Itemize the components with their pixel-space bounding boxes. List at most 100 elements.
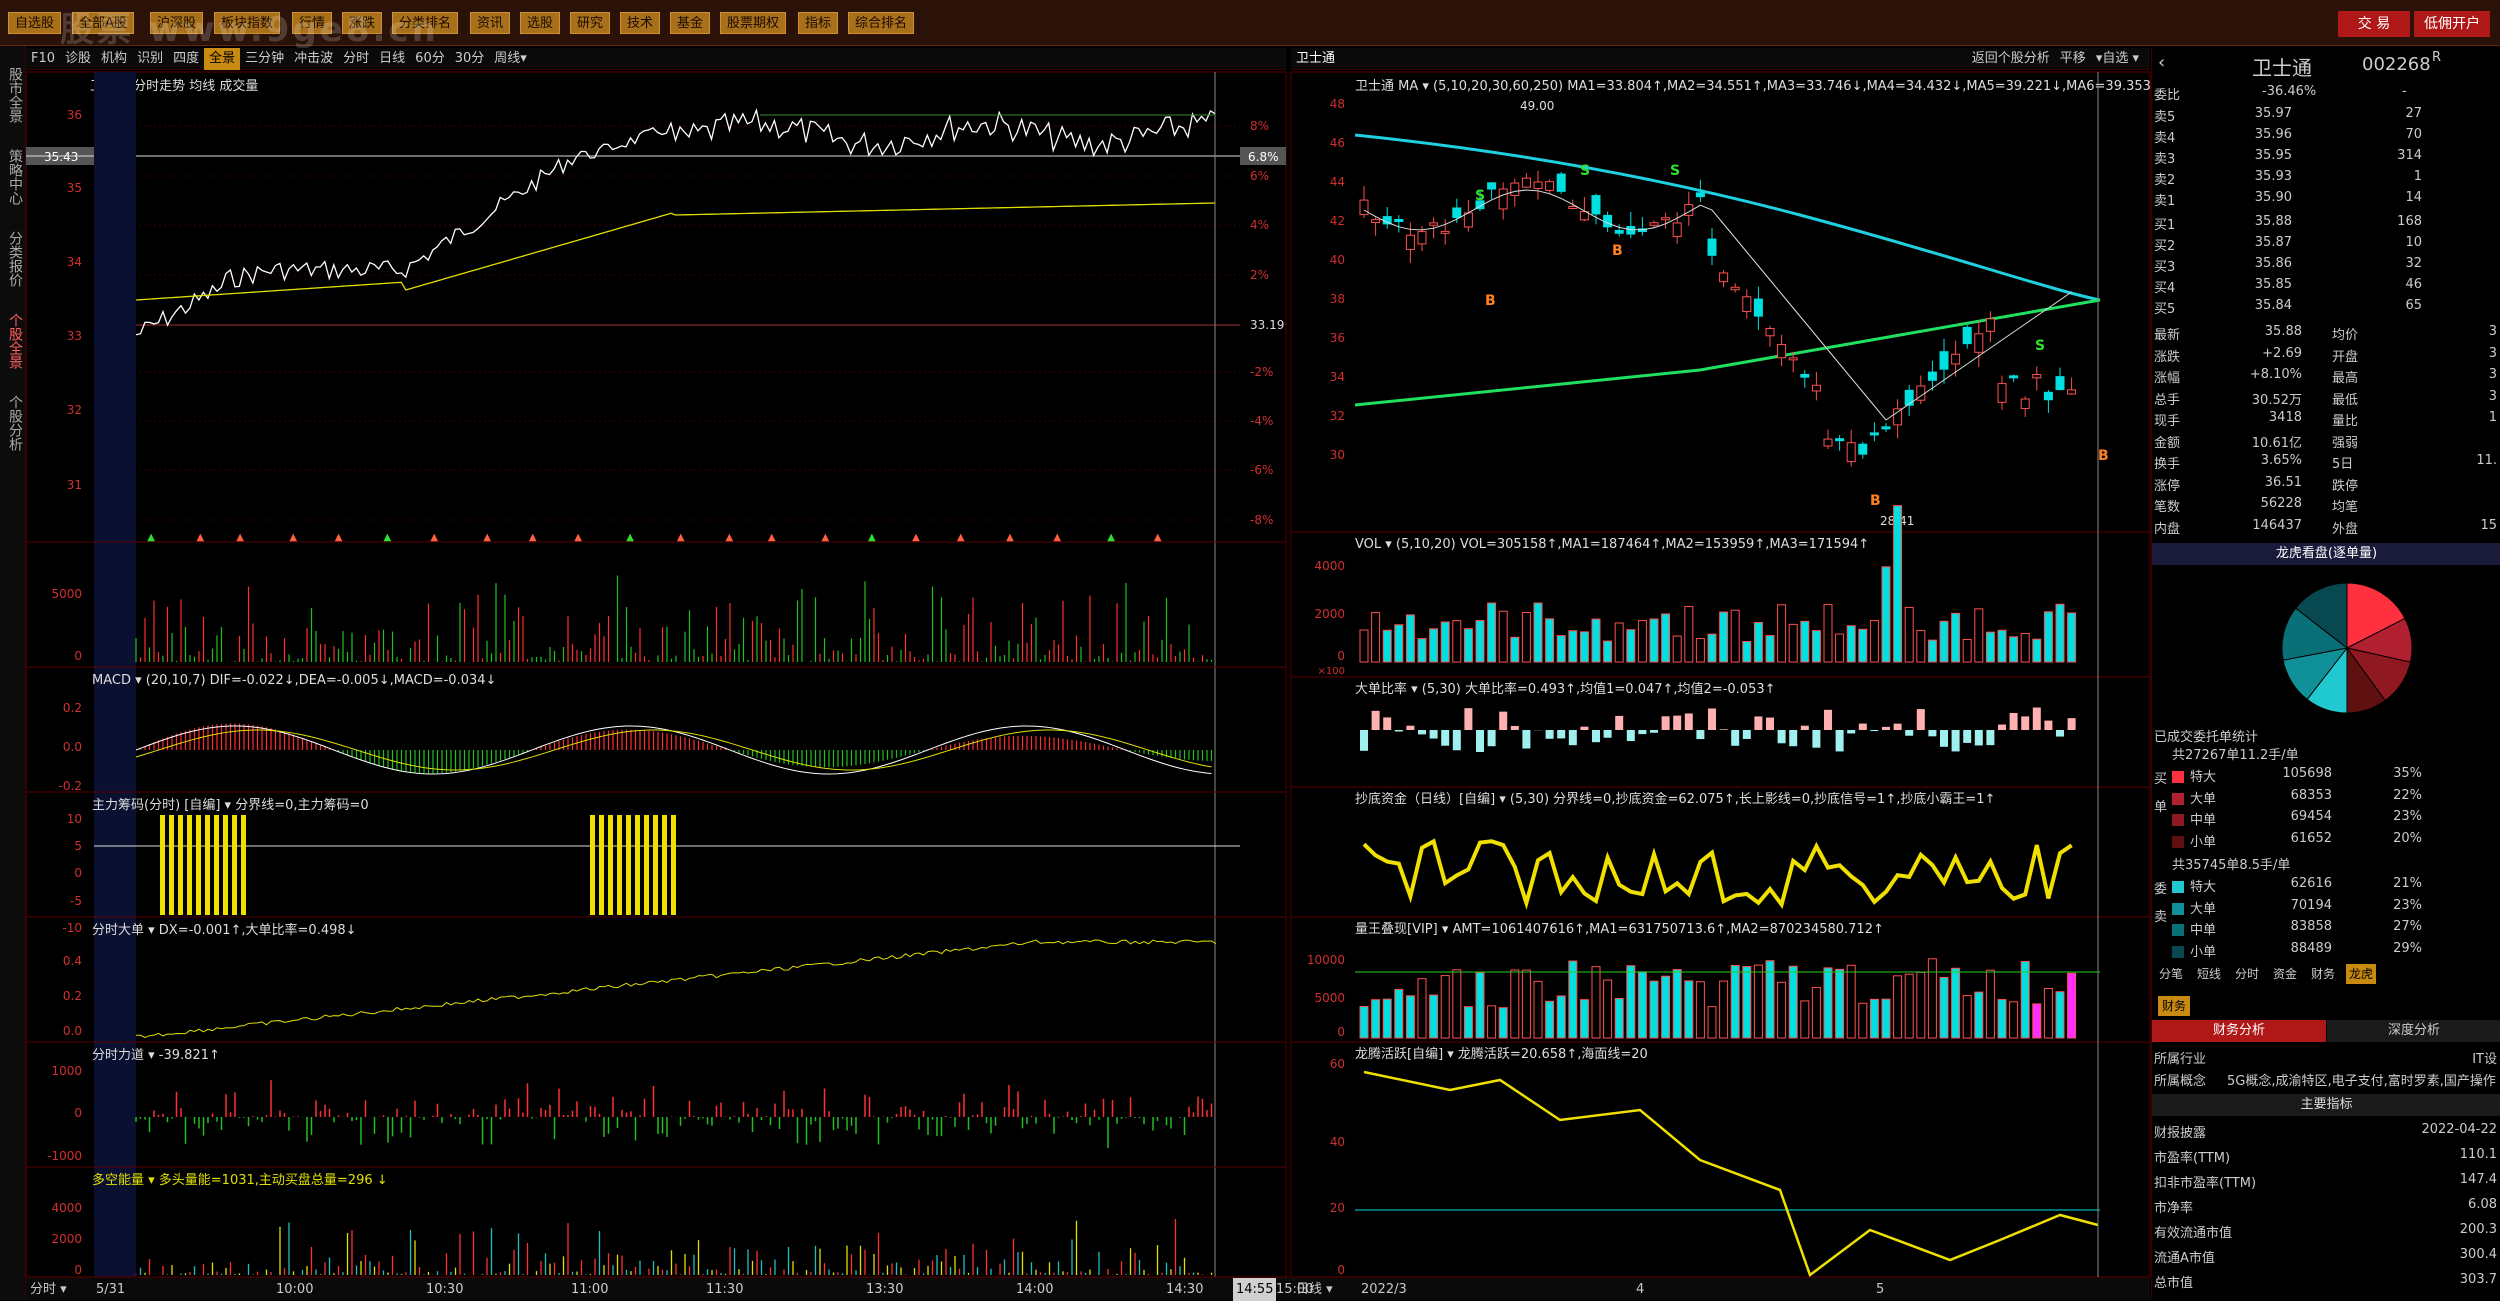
- candle-body: [1464, 213, 1472, 227]
- candle-body: [1418, 232, 1426, 244]
- order-pct: 27%: [2372, 919, 2422, 934]
- bid-volume: 65: [2352, 298, 2422, 313]
- kline-period-select[interactable]: 日线 ▾: [1296, 1278, 1333, 1301]
- bid-price: 35.87: [2222, 235, 2292, 250]
- candle-body: [1395, 220, 1403, 222]
- mf-bar: [653, 815, 658, 915]
- quote-tab-5[interactable]: 龙虎: [2346, 964, 2376, 984]
- axis-tick: 2%: [1250, 268, 1269, 282]
- signal-marker: ▲: [1053, 532, 1061, 543]
- big-ratio-bar: [1592, 730, 1600, 742]
- quote-tab-3[interactable]: 资金: [2270, 964, 2300, 984]
- fin-value: 303.7: [2372, 1272, 2497, 1287]
- signal-marker: ▲: [483, 532, 491, 543]
- bid-volume: 46: [2352, 277, 2422, 292]
- open-account-button[interactable]: 低佣开户: [2414, 11, 2490, 37]
- big-ratio-bar: [1812, 730, 1820, 748]
- stat-label: 金额: [2154, 432, 2180, 451]
- candle-body: [1534, 182, 1542, 189]
- stat-label: 涨幅: [2154, 367, 2180, 386]
- amount-bar: [1406, 996, 1414, 1038]
- kvol-bar: [1963, 639, 1971, 662]
- candle-body: [1499, 189, 1507, 209]
- stat-label: 涨跌: [2154, 346, 2180, 365]
- candle-body: [1952, 354, 1960, 364]
- axis-tick: 31: [67, 478, 82, 492]
- order-volume: 105698: [2252, 766, 2332, 781]
- axis-tick: 8%: [1250, 119, 1269, 133]
- bid-price: 35.86: [2222, 256, 2292, 271]
- cursor-pct: 6.8%: [1248, 150, 1279, 164]
- mf-bar: [617, 815, 622, 915]
- quote-tab-1[interactable]: 短线: [2194, 964, 2224, 984]
- trade-button[interactable]: 交 易: [2338, 11, 2410, 37]
- intraday-period-select[interactable]: 分时 ▾: [30, 1278, 67, 1301]
- big-ratio-bar: [1383, 717, 1391, 730]
- amount-bar: [1812, 987, 1820, 1038]
- axis-tick: 44: [1330, 175, 1345, 189]
- stat-label: 最新: [2154, 324, 2180, 343]
- order-type: 特大: [2190, 766, 2216, 785]
- candle-body: [1975, 334, 1983, 352]
- order-pct: 20%: [2372, 831, 2422, 846]
- fin-label: 有效流通市值: [2154, 1222, 2232, 1241]
- fin-value: 147.4: [2372, 1172, 2497, 1187]
- back-icon[interactable]: ‹: [2158, 52, 2165, 73]
- big-ratio-bar: [1975, 730, 1983, 745]
- buy-sell-signal: S: [1580, 163, 1590, 179]
- kvol-bar: [1650, 619, 1658, 662]
- big-ratio-bar: [1546, 730, 1554, 739]
- amount-bar: [1453, 970, 1461, 1038]
- kvol-bar: [1986, 632, 1994, 662]
- finance-tab-0[interactable]: 财务分析: [2152, 1020, 2326, 1042]
- candle-body: [1557, 174, 1565, 191]
- finance-tag[interactable]: 财务: [2158, 996, 2190, 1016]
- industry-label: 所属行业: [2154, 1048, 2206, 1067]
- candle-body: [2033, 375, 2041, 378]
- big-ratio-bar: [1894, 724, 1902, 730]
- amount-bar: [1372, 1000, 1380, 1038]
- mf-bar: [662, 815, 667, 915]
- finance-tab-1[interactable]: 深度分析: [2327, 1020, 2500, 1042]
- amount-bar: [2021, 961, 2029, 1038]
- amount-bar: [1511, 970, 1519, 1038]
- big-ratio-bar: [1685, 713, 1693, 730]
- mf-bar: [644, 815, 649, 915]
- mf-bar: [599, 815, 604, 915]
- kvol-bar: [2010, 637, 2018, 662]
- candle-body: [1372, 220, 1380, 223]
- sell-side-label: 委: [2154, 878, 2167, 897]
- candle-body: [1928, 372, 1936, 380]
- stat-label: 涨停: [2154, 475, 2180, 494]
- quote-tab-2[interactable]: 分时: [2232, 964, 2262, 984]
- ask-price: 35.90: [2222, 190, 2292, 205]
- legend-swatch: [2172, 793, 2184, 805]
- kvol-bar: [1441, 622, 1449, 662]
- candle-body: [1905, 390, 1913, 405]
- candle-body: [1894, 409, 1902, 425]
- kvol-bar: [1731, 610, 1739, 662]
- big-ratio-bar: [1917, 709, 1925, 730]
- amount-bar: [1441, 976, 1449, 1038]
- stat-value: 30.52万: [2232, 389, 2302, 408]
- axis-tick: 48: [1330, 97, 1345, 111]
- axis-tick: 32: [1330, 409, 1345, 423]
- time-label: 5/31: [96, 1278, 125, 1301]
- webi-value: -36.46%: [2262, 84, 2316, 99]
- kvol-bar: [1534, 603, 1542, 662]
- candle-body: [1522, 178, 1530, 187]
- quote-tab-0[interactable]: 分笔: [2156, 964, 2186, 984]
- ask-price: 35.93: [2222, 169, 2292, 184]
- amount-bar: [1557, 996, 1565, 1038]
- quote-tab-4[interactable]: 财务: [2308, 964, 2338, 984]
- mf-bar: [187, 815, 192, 915]
- big-ratio-bar: [2033, 708, 2041, 730]
- big-ratio-bar: [1604, 730, 1612, 738]
- big-ratio-bar: [1615, 716, 1623, 730]
- bottom-timebar: 分时 ▾5/3110:0010:3011:0011:3013:3014:0014…: [26, 1277, 2150, 1300]
- amount-bar: [1499, 1008, 1507, 1038]
- industry-value: IT设: [2432, 1048, 2497, 1067]
- stat-value2: 3: [2452, 346, 2497, 361]
- big-ratio-bar: [1638, 730, 1646, 734]
- kvol-bar: [1406, 615, 1414, 662]
